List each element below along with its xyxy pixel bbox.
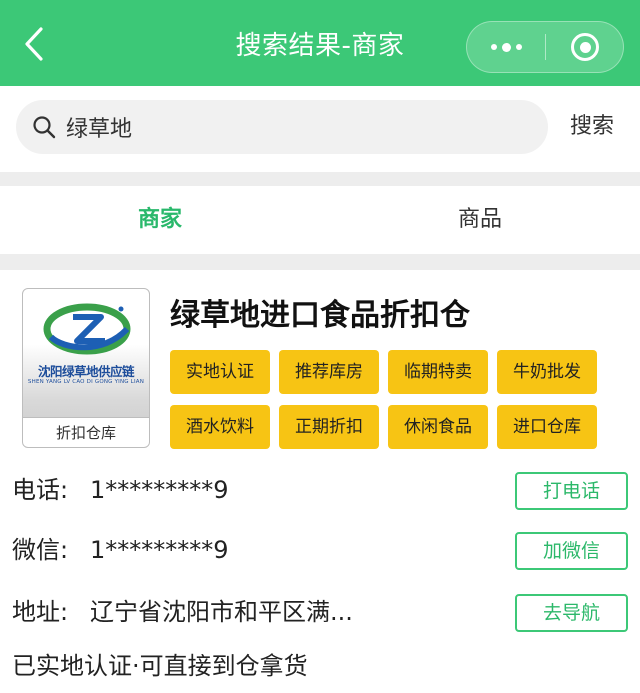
search-bar: 搜索 [0, 86, 640, 172]
search-icon [33, 116, 56, 139]
result-tabs: 商家 商品 [0, 186, 640, 254]
close-mini-program-button[interactable] [546, 22, 624, 72]
nav-header: 搜索结果-商家 [0, 0, 640, 86]
address-row: 地址: 辽宁省沈阳市和平区满... 去导航 [12, 592, 628, 632]
navigate-button[interactable]: 去导航 [515, 594, 628, 632]
merchant-name[interactable]: 绿草地进口食品折扣仓 [170, 296, 470, 336]
mini-program-capsule [466, 21, 624, 73]
tag-badge: 休闲食品 [388, 405, 488, 449]
merchant-tags: 实地认证 推荐库房 临期特卖 牛奶批发 酒水饮料 正期折扣 休闲食品 进口仓库 [170, 350, 630, 449]
tag-badge: 临期特卖 [388, 350, 488, 394]
tab-merchants[interactable]: 商家 [0, 186, 320, 254]
wechat-label: 微信: [12, 536, 69, 564]
tag-badge: 牛奶批发 [497, 350, 597, 394]
call-button[interactable]: 打电话 [515, 472, 628, 510]
tag-badge: 进口仓库 [497, 405, 597, 449]
search-box[interactable] [16, 100, 548, 154]
search-button[interactable]: 搜索 [562, 110, 622, 144]
logo-brand-pinyin: SHEN YANG LV CAO DI GONG YING LIAN [27, 379, 145, 385]
phone-row: 电话: 1*********9 打电话 [12, 470, 628, 510]
phone-label: 电话: [12, 476, 69, 504]
more-button[interactable] [467, 22, 545, 72]
logo-caption: 折扣仓库 [23, 417, 149, 447]
phone-value: 1*********9 [90, 476, 229, 504]
tag-badge: 实地认证 [170, 350, 270, 394]
add-wechat-button[interactable]: 加微信 [515, 532, 628, 570]
more-dots-icon [490, 44, 497, 50]
wechat-row: 微信: 1*********9 加微信 [12, 530, 628, 570]
merchant-logo[interactable]: 沈阳绿草地供应链 SHEN YANG LV CAO DI GONG YING L… [22, 288, 150, 448]
wechat-value: 1*********9 [90, 536, 229, 564]
brand-logo-icon [43, 303, 131, 355]
address-label: 地址: [12, 598, 69, 626]
tag-badge: 酒水饮料 [170, 405, 270, 449]
tab-products[interactable]: 商品 [320, 186, 640, 254]
address-value: 辽宁省沈阳市和平区满... [90, 598, 353, 626]
tag-badge: 推荐库房 [279, 350, 379, 394]
verification-note: 已实地认证·可直接到仓拿货 [12, 652, 308, 680]
tag-badge: 正期折扣 [279, 405, 379, 449]
merchant-card[interactable]: 沈阳绿草地供应链 SHEN YANG LV CAO DI GONG YING L… [0, 270, 640, 693]
search-input[interactable] [66, 110, 526, 144]
logo-brand-name: 沈阳绿草地供应链 [37, 364, 135, 379]
target-icon [571, 33, 599, 61]
